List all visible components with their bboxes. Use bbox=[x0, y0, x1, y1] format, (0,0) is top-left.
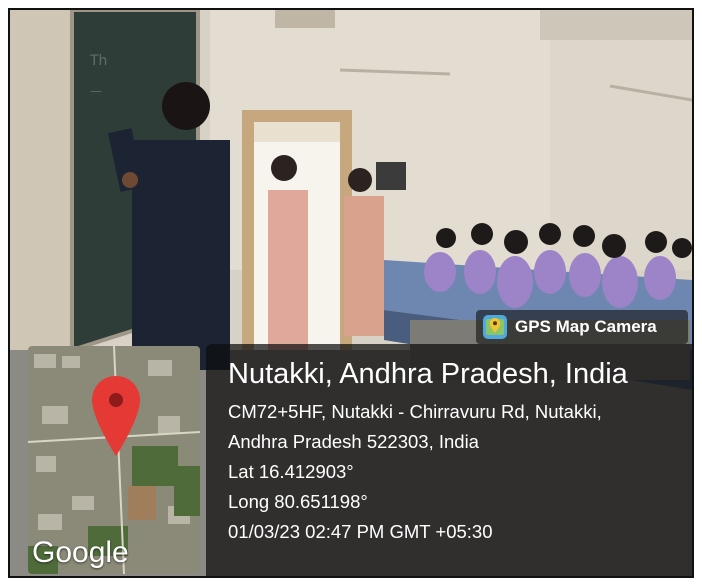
address-line-1: CM72+5HF, Nutakki - Chirravuru Rd, Nutak… bbox=[228, 401, 602, 422]
badge-label: GPS Map Camera bbox=[515, 317, 657, 336]
location-info: Nutakki, Andhra Pradesh, India CM72+5HF,… bbox=[228, 358, 628, 547]
google-logo: Google bbox=[32, 536, 129, 569]
photo-frame: Th — GPS Map Camera Google Nutakki, Andh… bbox=[8, 8, 694, 578]
location-pin-icon bbox=[92, 376, 140, 456]
address-line-2: Andhra Pradesh 522303, India bbox=[228, 431, 479, 452]
latitude: Lat 16.412903° bbox=[228, 461, 354, 482]
svg-text:—: — bbox=[90, 84, 102, 98]
location-title: Nutakki, Andhra Pradesh, India bbox=[228, 358, 628, 390]
datetime: 01/03/23 02:47 PM GMT +05:30 bbox=[228, 521, 493, 542]
longitude: Long 80.651198° bbox=[228, 491, 368, 512]
map-thumbnail: Google bbox=[28, 346, 200, 574]
map-pin-app-icon bbox=[483, 315, 507, 339]
gps-camera-badge: GPS Map Camera bbox=[476, 310, 688, 344]
svg-text:Th: Th bbox=[89, 53, 107, 69]
